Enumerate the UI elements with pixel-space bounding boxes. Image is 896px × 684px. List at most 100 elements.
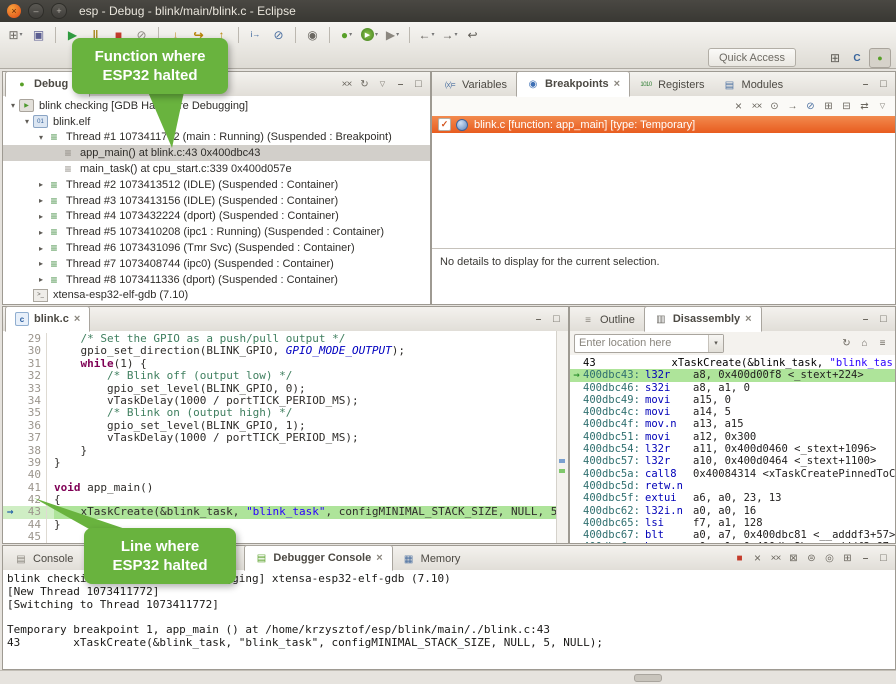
code-editor[interactable]: 29 /* Set the GPIO as a push/pull output… xyxy=(3,331,568,543)
debug-tree[interactable]: blink checking [GDB Hardware Debugging]b… xyxy=(3,96,430,304)
quick-access-button[interactable]: Quick Access xyxy=(708,48,796,67)
debug-tree-row[interactable]: Thread #3 1073413156 (IDLE) (Suspended :… xyxy=(3,193,430,209)
disassembly-row[interactable]: 400dbc49:movia15, 0 xyxy=(570,394,895,406)
disassembly-row[interactable]: 400dbc5d:retw.n xyxy=(570,480,895,492)
last-edit-icon[interactable] xyxy=(462,25,483,44)
minimize-icon[interactable] xyxy=(530,311,547,327)
back-icon[interactable] xyxy=(416,25,437,44)
expand-all-icon[interactable] xyxy=(820,98,837,114)
maximize-icon[interactable] xyxy=(875,550,892,566)
link-with-debug-icon[interactable] xyxy=(856,98,873,114)
debug-perspective-icon[interactable] xyxy=(869,48,891,68)
cpp-perspective-icon[interactable] xyxy=(847,49,867,67)
view-menu-icon[interactable] xyxy=(374,76,391,92)
go-to-file-icon[interactable] xyxy=(784,98,801,114)
remove-icon[interactable] xyxy=(730,98,747,114)
expander-icon[interactable] xyxy=(35,259,47,268)
open-perspective-icon[interactable] xyxy=(825,49,845,67)
breakpoint-row[interactable]: blink.c [function: app_main] [type: Temp… xyxy=(432,116,895,133)
close-tab-icon[interactable] xyxy=(745,313,751,325)
tab-console[interactable]: Console xyxy=(5,548,82,570)
disassembly-row[interactable]: 400dbc57:l32ra10, 0x400d0464 <_stext+110… xyxy=(570,455,895,467)
debug-tree-row[interactable]: main_task() at cpu_start.c:339 0x400d057… xyxy=(3,161,430,177)
breakpoint-checkbox[interactable] xyxy=(438,118,451,131)
debug-tree-row[interactable]: Thread #8 1073411336 (dport) (Suspended … xyxy=(3,272,430,288)
tab-modules[interactable]: Modules xyxy=(714,74,793,96)
collapse-all-icon[interactable] xyxy=(838,98,855,114)
disassembly-row[interactable]: 400dbc5f:extuia6, a0, 23, 13 xyxy=(570,492,895,504)
disassembly-row[interactable]: 400dbc6a:bnonea0, a1, 0x400dbc8b <__addd… xyxy=(570,541,895,543)
restart-icon[interactable] xyxy=(356,76,373,92)
expander-icon[interactable] xyxy=(35,244,47,253)
line-number[interactable]: 35 xyxy=(17,407,47,419)
line-number[interactable]: 43 xyxy=(17,506,47,518)
debug-tree-row[interactable]: xtensa-esp32-elf-gdb (7.10) xyxy=(3,288,430,304)
disassembly-row[interactable]: 400dbc43:l32ra8, 0x400d00f8 <_stext+224> xyxy=(570,369,895,381)
expander-icon[interactable] xyxy=(35,196,47,205)
line-number[interactable]: 30 xyxy=(17,345,47,357)
tab-registers[interactable]: Registers xyxy=(630,74,713,96)
open-console-icon[interactable] xyxy=(839,550,856,566)
instruction-stepping-icon[interactable] xyxy=(245,25,266,44)
line-number[interactable]: 40 xyxy=(17,469,47,481)
disassembly-row[interactable]: 400dbc65:lsif7, a1, 128 xyxy=(570,517,895,529)
maximize-icon[interactable] xyxy=(875,76,892,92)
settings-icon[interactable] xyxy=(874,335,891,351)
debug-tree-row[interactable]: Thread #5 1073410208 (ipc1 : Running) (S… xyxy=(3,224,430,240)
minimize-icon[interactable] xyxy=(392,76,409,92)
maximize-icon[interactable] xyxy=(548,311,565,327)
debug-tree-row[interactable]: blink checking [GDB Hardware Debugging] xyxy=(3,98,430,114)
disassembly-row[interactable]: 400dbc62:l32i.na0, a0, 16 xyxy=(570,505,895,517)
debug-tree-row[interactable]: Thread #6 1073431096 (Tmr Svc) (Suspende… xyxy=(3,240,430,256)
disassembly-row[interactable]: 400dbc4f:mov.na13, a15 xyxy=(570,418,895,430)
debug-tree-row[interactable]: app_main() at blink.c:43 0x400dbc43 xyxy=(3,145,430,161)
close-tab-icon[interactable] xyxy=(74,313,80,325)
tab-disassembly[interactable]: Disassembly xyxy=(644,306,762,332)
debug-tree-row[interactable]: Thread #7 1073408744 (ipc0) (Suspended :… xyxy=(3,256,430,272)
disassembly-listing[interactable]: 43 xTaskCreate(&blink_task, "blink_tas40… xyxy=(570,355,895,543)
minimize-icon[interactable] xyxy=(857,76,874,92)
close-tab-icon[interactable] xyxy=(376,552,382,564)
forward-icon[interactable] xyxy=(439,25,460,44)
skip-all-icon[interactable] xyxy=(802,98,819,114)
sash-handle[interactable] xyxy=(634,674,662,682)
expander-icon[interactable] xyxy=(35,133,47,142)
expander-icon[interactable] xyxy=(35,180,47,189)
overview-mark-current-line[interactable] xyxy=(559,469,565,473)
tab-memory[interactable]: Memory xyxy=(393,548,470,570)
expander-icon[interactable] xyxy=(35,212,47,221)
disassembly-row[interactable]: 400dbc54:l32ra11, 0x400d0460 <_stext+109… xyxy=(570,443,895,455)
expander-icon[interactable] xyxy=(35,275,47,284)
close-tab-icon[interactable] xyxy=(614,78,620,90)
debug-icon[interactable] xyxy=(336,25,357,44)
minimize-icon[interactable] xyxy=(857,311,874,327)
tab-variables[interactable]: Variables xyxy=(434,74,516,96)
maximize-icon[interactable] xyxy=(410,76,427,92)
pin-icon[interactable] xyxy=(821,550,838,566)
expander-icon[interactable] xyxy=(7,101,19,110)
line-number[interactable]: 37 xyxy=(17,432,47,444)
debug-tree-row[interactable]: Thread #2 1073413512 (IDLE) (Suspended :… xyxy=(3,177,430,193)
tab-outline[interactable]: Outline xyxy=(572,309,644,331)
home-icon[interactable] xyxy=(856,335,873,351)
window-maximize-button[interactable]: + xyxy=(51,3,67,19)
view-menu-icon[interactable] xyxy=(874,98,891,114)
console-output[interactable]: blink checking [GDB Hardware Debugging] … xyxy=(3,570,895,669)
search-icon[interactable] xyxy=(302,25,323,44)
terminate-icon[interactable] xyxy=(731,550,748,566)
remove-all-icon[interactable] xyxy=(748,98,765,114)
location-input[interactable]: Enter location here xyxy=(575,337,708,349)
disassembly-row[interactable]: 400dbc51:movia12, 0x300 xyxy=(570,431,895,443)
tab-debugger-console[interactable]: Debugger Console xyxy=(244,545,392,571)
line-number[interactable]: 45 xyxy=(17,531,47,543)
new-icon[interactable] xyxy=(5,25,26,44)
tab-breakpoints[interactable]: Breakpoints xyxy=(516,71,630,97)
window-close-button[interactable]: × xyxy=(7,4,21,18)
debug-tree-row[interactable]: blink.elf xyxy=(3,114,430,130)
debug-tree-row[interactable]: Thread #4 1073432224 (dport) (Suspended … xyxy=(3,209,430,225)
debug-tree-row[interactable]: Thread #1 1073411772 (main : Running) (S… xyxy=(3,130,430,146)
window-minimize-button[interactable]: – xyxy=(28,3,44,19)
clear-icon[interactable] xyxy=(785,550,802,566)
disassembly-row[interactable]: 400dbc5a:call80x40084314 <xTaskCreatePin… xyxy=(570,468,895,480)
scroll-lock-icon[interactable] xyxy=(803,550,820,566)
